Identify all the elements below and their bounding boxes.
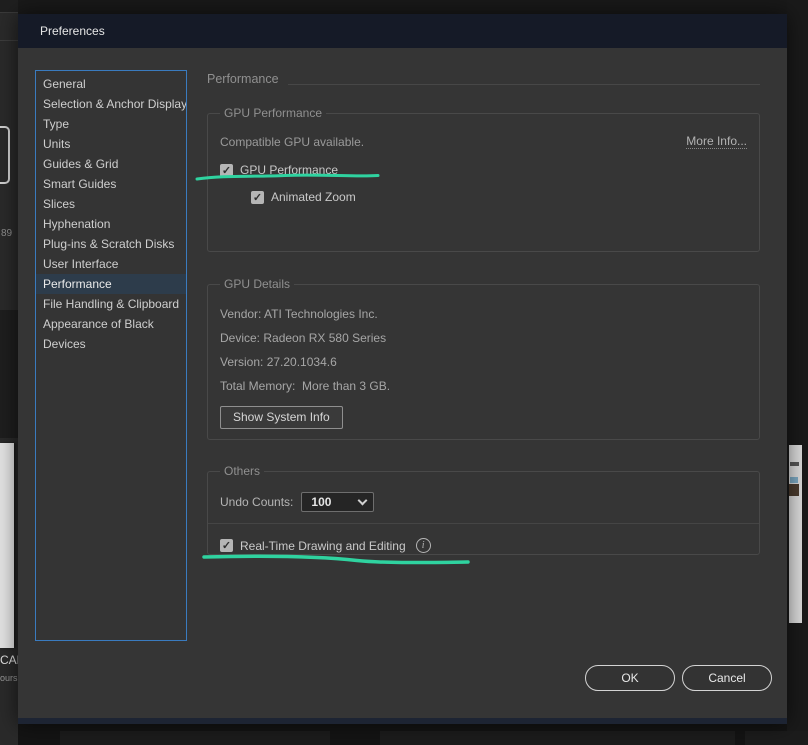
info-icon[interactable]: i (415, 538, 431, 553)
gpu-version-text: Version: 27.20.1034.6 (220, 355, 337, 369)
sidebar-item-selection-anchor-display[interactable]: Selection & Anchor Display (36, 94, 186, 114)
gpu-status-text: Compatible GPU available. (220, 134, 365, 149)
sidebar-item-smart-guides[interactable]: Smart Guides (36, 174, 186, 194)
undo-counts-row: Undo Counts: 100 (220, 492, 747, 512)
more-info-link[interactable]: More Info... (686, 134, 747, 149)
sidebar-item-type[interactable]: Type (36, 114, 186, 134)
show-system-info-button[interactable]: Show System Info (220, 406, 343, 429)
gpu-vendor-text: Vendor: ATI Technologies Inc. (220, 307, 378, 321)
undo-counts-dropdown[interactable]: 100 (301, 492, 375, 512)
dialog-titlebar[interactable]: Preferences (18, 14, 787, 48)
background-taskbar-segment (60, 731, 330, 745)
background-canvas-edge (0, 443, 14, 648)
sidebar-item-performance[interactable]: Performance (36, 274, 186, 294)
preferences-category-list: General Selection & Anchor Display Type … (35, 70, 187, 641)
realtime-checkbox-label: Real-Time Drawing and Editing (240, 538, 406, 553)
background-text-fragment: ours (0, 673, 18, 683)
preferences-dialog: Preferences General Selection & Anchor D… (18, 14, 787, 724)
undo-counts-label: Undo Counts: (220, 495, 294, 509)
gpu-details-legend: GPU Details (224, 277, 291, 291)
gpu-performance-checkbox[interactable]: ✓ (220, 163, 233, 177)
background-right-area (787, 0, 808, 745)
background-left-top (0, 0, 18, 13)
sidebar-item-slices[interactable]: Slices (36, 194, 186, 214)
realtime-checkbox-row[interactable]: ✓ Real-Time Drawing and Editing i (220, 538, 747, 553)
chevron-down-icon (357, 495, 368, 505)
background-top-strip (0, 0, 808, 14)
animated-zoom-checkbox[interactable]: ✓ (251, 190, 264, 204)
gpu-status-row: Compatible GPU available. More Info... (220, 134, 747, 149)
others-group: Others Undo Counts: 100 ✓ Real-Time Draw… (207, 464, 760, 555)
page-title-row: Performance (207, 72, 760, 86)
gpu-total-memory-text: Total Memory: More than 3 GB. (220, 379, 391, 393)
sidebar-item-file-handling-clipboard[interactable]: File Handling & Clipboard (36, 294, 186, 314)
sidebar-item-appearance-of-black[interactable]: Appearance of Black (36, 314, 186, 334)
background-tool-icon (0, 126, 10, 184)
sidebar-item-units[interactable]: Units (36, 134, 186, 154)
gpu-performance-legend: GPU Performance (224, 106, 323, 120)
ok-button[interactable]: OK (585, 665, 675, 691)
others-divider (208, 523, 759, 524)
background-ruler-number: 89 (1, 228, 13, 239)
gpu-device-text: Device: Radeon RX 580 Series (220, 331, 387, 345)
sidebar-item-devices[interactable]: Devices (36, 334, 186, 354)
dialog-bottom-edge (18, 718, 787, 724)
page-title: Performance (207, 72, 279, 86)
sidebar-item-hyphenation[interactable]: Hyphenation (36, 214, 186, 234)
background-left-divider (0, 40, 18, 41)
cancel-button[interactable]: Cancel (682, 665, 772, 691)
animated-zoom-checkbox-row[interactable]: ✓ Animated Zoom (251, 190, 747, 204)
others-legend: Others (224, 464, 261, 478)
sidebar-item-general[interactable]: General (36, 74, 186, 94)
gpu-details-group: GPU Details Vendor: ATI Technologies Inc… (207, 277, 760, 440)
gpu-performance-checkbox-label: GPU Performance (240, 163, 339, 177)
background-taskbar-segment (380, 731, 735, 745)
gpu-performance-group: GPU Performance Compatible GPU available… (207, 106, 760, 252)
undo-counts-value: 100 (311, 495, 332, 509)
background-left-dark-panel (0, 310, 18, 438)
background-thumbnail-mark (790, 462, 799, 466)
gpu-performance-checkbox-row[interactable]: ✓ GPU Performance (220, 163, 747, 177)
sidebar-item-user-interface[interactable]: User Interface (36, 254, 186, 274)
dialog-title: Preferences (40, 24, 105, 38)
background-panel-edge (789, 445, 802, 623)
background-thumbnail-mark (790, 477, 798, 483)
page-title-rule (287, 83, 760, 85)
animated-zoom-checkbox-label: Animated Zoom (271, 190, 356, 204)
sidebar-item-plugins-scratch-disks[interactable]: Plug-ins & Scratch Disks (36, 234, 186, 254)
sidebar-item-guides-grid[interactable]: Guides & Grid (36, 154, 186, 174)
background-taskbar-segment (745, 731, 808, 745)
realtime-checkbox[interactable]: ✓ (220, 539, 233, 552)
background-thumbnail-mark (789, 484, 799, 496)
